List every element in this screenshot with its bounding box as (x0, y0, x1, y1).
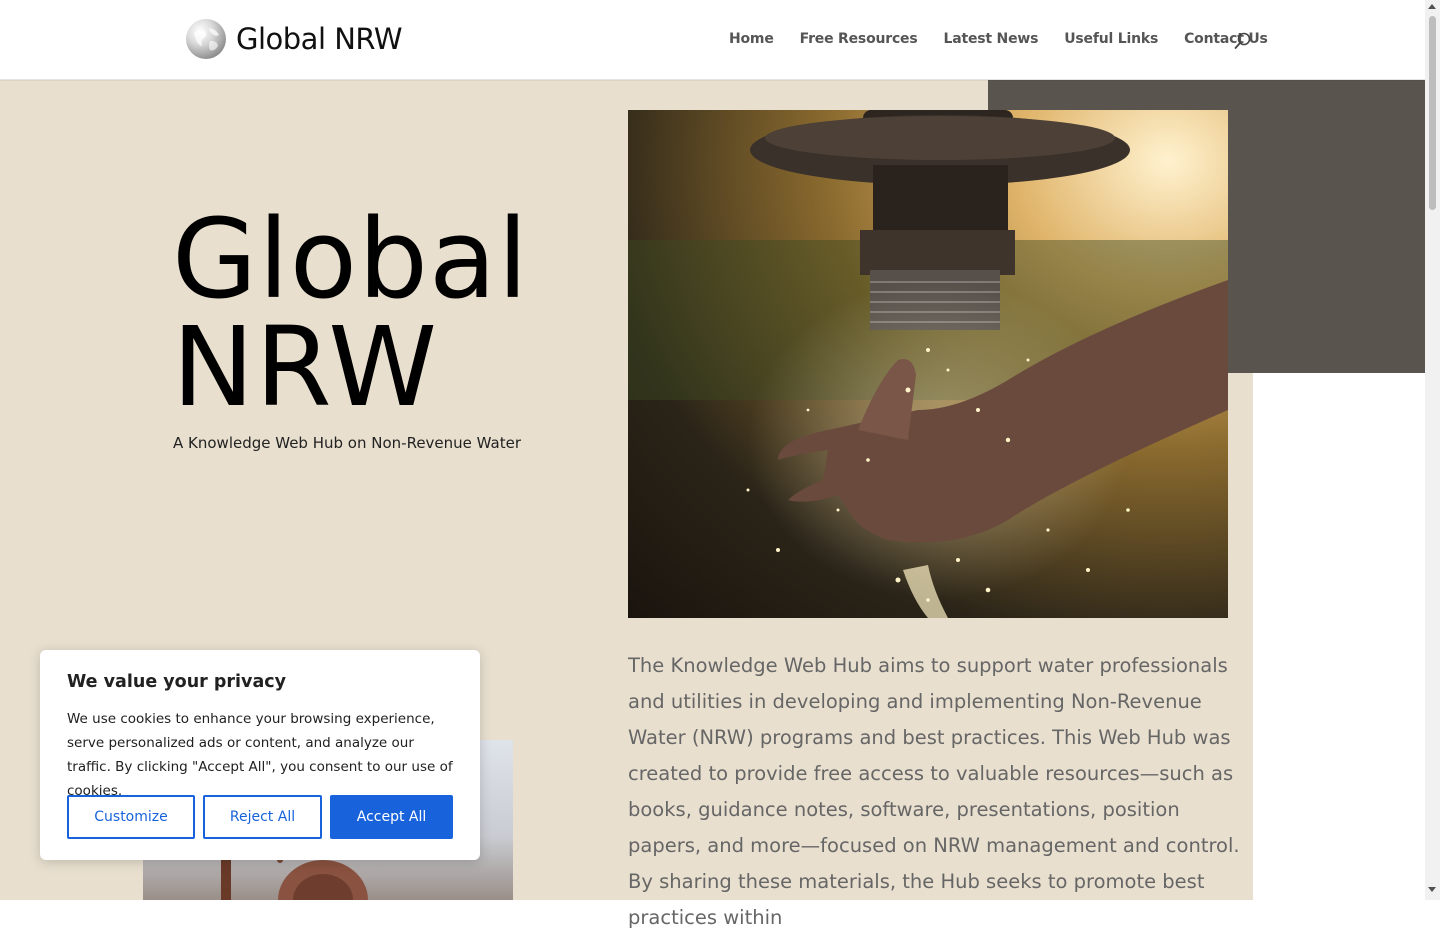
globe-icon (186, 19, 226, 59)
logo-text: Global NRW (236, 22, 403, 56)
scroll-down-arrow-icon[interactable] (1428, 887, 1436, 892)
main-nav: Home Free Resources Latest News Useful L… (729, 31, 1294, 47)
accept-all-button[interactable]: Accept All (330, 795, 453, 839)
site-logo[interactable]: Global NRW (186, 19, 403, 59)
scroll-up-arrow-icon[interactable] (1428, 4, 1436, 9)
hero-body-text: The Knowledge Web Hub aims to support wa… (628, 654, 1240, 929)
hero-title-line2: NRW (172, 303, 439, 431)
hero-subtitle: A Knowledge Web Hub on Non-Revenue Water (173, 434, 522, 452)
nav-contact-us[interactable]: Contact Us (1184, 31, 1268, 47)
reject-all-button[interactable]: Reject All (203, 795, 322, 839)
scroll-thumb[interactable] (1429, 16, 1436, 210)
site-header: Global NRW Home Free Resources Latest Ne… (0, 0, 1425, 80)
search-icon[interactable] (1233, 31, 1253, 51)
nav-useful-links[interactable]: Useful Links (1064, 31, 1158, 47)
nav-latest-news[interactable]: Latest News (944, 31, 1039, 47)
nav-free-resources[interactable]: Free Resources (800, 31, 918, 47)
hero-image-hand-under-tap (628, 110, 1228, 618)
nav-home[interactable]: Home (729, 31, 774, 47)
hero-title: Global NRW (172, 204, 529, 422)
cookie-title: We value your privacy (67, 672, 287, 692)
customize-button[interactable]: Customize (67, 795, 195, 839)
page-scrollbar[interactable] (1425, 0, 1440, 900)
cookie-description: We use cookies to enhance your browsing … (67, 711, 453, 799)
cookie-consent-banner: We value your privacy We use cookies to … (40, 650, 480, 860)
